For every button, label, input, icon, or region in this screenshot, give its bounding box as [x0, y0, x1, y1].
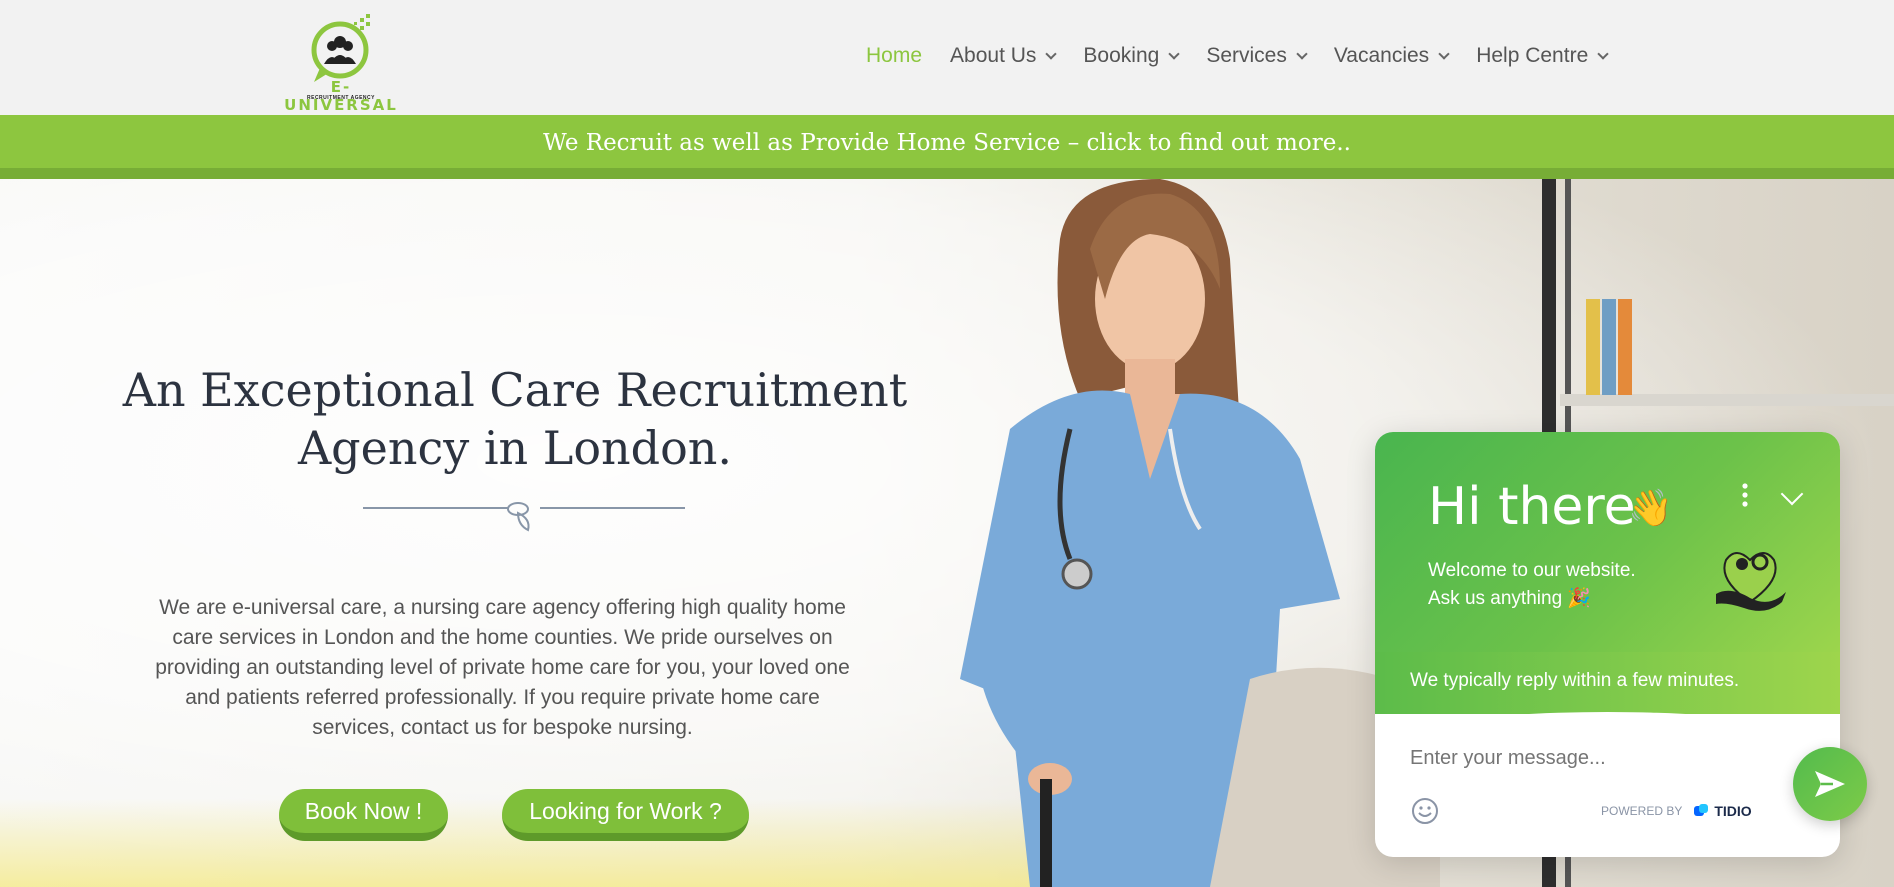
looking-for-work-button[interactable]: Looking for Work ?: [502, 789, 749, 841]
nav-label: Services: [1206, 44, 1287, 67]
book-shape: [1618, 299, 1632, 395]
nurse-photo: [960, 179, 1440, 887]
tidio-logo-icon: [1694, 804, 1709, 816]
powered-by[interactable]: POWERED BY TIDIO: [1601, 802, 1752, 820]
emoji-icon[interactable]: [1411, 797, 1439, 825]
nav-item-vacancies[interactable]: Vacancies: [1333, 44, 1450, 68]
chevron-down-icon: [1168, 47, 1180, 60]
chat-widget: Hi there 👋 Welcome to our website. Ask u…: [1375, 432, 1840, 857]
promo-banner[interactable]: We Recruit as well as Provide Home Servi…: [0, 115, 1894, 168]
banner-text: We Recruit as well as Provide Home Servi…: [543, 129, 1351, 156]
send-icon: [1815, 771, 1845, 797]
ornament-divider-icon: [363, 502, 685, 532]
nav-label: About Us: [950, 44, 1037, 67]
care-mascot-icon: [1716, 552, 1786, 611]
hero-title: An Exceptional Care Recruitment Agency i…: [122, 363, 908, 475]
hero-description: We are e-universal care, a nursing care …: [155, 596, 850, 739]
nav-label: Help Centre: [1476, 44, 1589, 67]
nav-label: Vacancies: [1333, 44, 1430, 67]
wave-emoji-icon: 👋: [1628, 487, 1673, 528]
logo-subtext: RECRUITMENT AGENCY: [307, 95, 375, 101]
tidio-brand: TIDIO: [1692, 802, 1752, 820]
nav-item-services[interactable]: Services: [1206, 44, 1308, 68]
chat-message-input[interactable]: [1410, 747, 1770, 770]
chevron-down-icon: [1296, 47, 1308, 60]
chevron-down-icon: [1597, 47, 1609, 60]
nav-label: Home: [866, 44, 923, 67]
button-label: Book Now !: [304, 797, 423, 824]
book-shape: [1602, 299, 1616, 395]
welcome-line1: Welcome to our website.: [1428, 560, 1636, 581]
site-header: E-UNIVERSAL RECRUITMENT AGENCY Home Abou…: [0, 0, 1894, 115]
chevron-down-icon: [1438, 47, 1450, 60]
chat-reply-time: We typically reply within a few minutes.: [1410, 670, 1740, 691]
welcome-line2: Ask us anything 🎉: [1428, 585, 1636, 613]
chat-welcome: Welcome to our website. Ask us anything …: [1428, 557, 1636, 613]
more-options-icon[interactable]: [1740, 482, 1750, 508]
chevron-down-icon: [1045, 47, 1058, 60]
book-now-button[interactable]: Book Now !: [279, 789, 448, 841]
banner-strip: [0, 168, 1894, 179]
nav-item-home[interactable]: Home: [866, 44, 922, 68]
nav-item-help-centre[interactable]: Help Centre: [1476, 44, 1609, 68]
book-shape: [1586, 299, 1600, 395]
send-message-button[interactable]: [1793, 747, 1867, 821]
button-label: Looking for Work ?: [529, 797, 722, 824]
nav-label: Booking: [1083, 44, 1160, 67]
powered-by-label: POWERED BY: [1601, 804, 1683, 818]
nav-item-booking[interactable]: Booking: [1083, 44, 1180, 68]
shelf: [1560, 394, 1894, 406]
nav-item-about-us[interactable]: About Us: [950, 44, 1058, 68]
tidio-brand-text: TIDIO: [1714, 803, 1752, 819]
chat-greeting: Hi there: [1428, 477, 1636, 537]
welcome-line2-text: Ask us anything: [1428, 588, 1563, 609]
party-emoji-icon: 🎉: [1567, 588, 1592, 609]
chat-curve: [1375, 712, 1840, 752]
main-nav: Home About Us Booking Services Vacancies…: [866, 44, 1635, 68]
